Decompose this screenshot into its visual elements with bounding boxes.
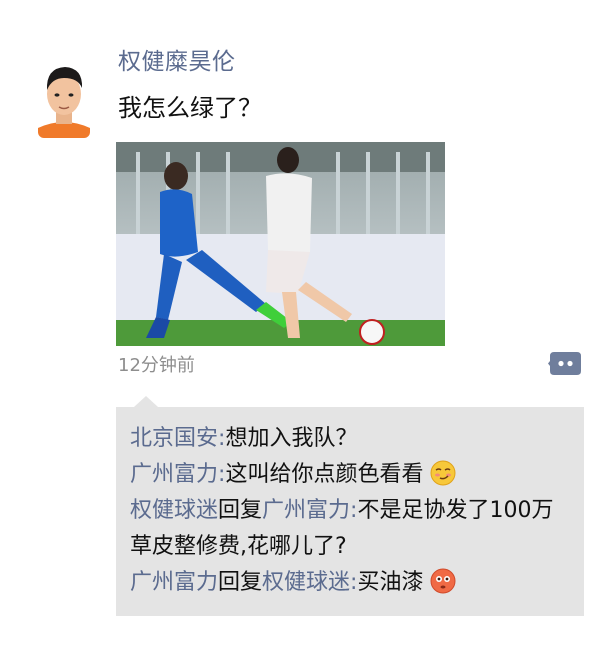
comment-item: 广州富力:这叫给你点颜色看看 [130, 457, 574, 493]
reply-word: 回复 [218, 498, 263, 523]
comment-item: 广州富力回复权健球迷:买油漆 [130, 565, 574, 601]
comments-panel: 北京国安:想加入我队？ 广州富力:这叫给你点颜色看看 权健球迷回复广州富力:不是… [116, 396, 584, 616]
comment-user[interactable]: 权健球迷 [130, 498, 218, 523]
smirk-face-emoji [430, 460, 456, 486]
reply-word: 回复 [218, 570, 263, 595]
comment-text: 想加入我队？ [225, 426, 358, 451]
comment-text: 这叫给你点颜色看看 [225, 462, 424, 487]
post-photo[interactable] [116, 142, 445, 346]
flushed-face-emoji [430, 568, 456, 594]
comment-user[interactable]: 广州富力 [130, 462, 218, 487]
comment-item: 北京国安:想加入我队？ [130, 421, 574, 457]
author-name[interactable]: 权健糜昊伦 [118, 42, 236, 76]
comment-item: 权健球迷回复广州富力:不是足协发了100万草皮整修费,花哪儿了? [130, 493, 574, 565]
author-avatar[interactable] [38, 58, 90, 138]
post-time: 12分钟前 [118, 355, 195, 376]
reply-target-user[interactable]: 权健球迷 [262, 570, 350, 595]
comment-user[interactable]: 广州富力 [130, 570, 218, 595]
comment-text: 买油漆 [357, 570, 424, 595]
comment-dots-icon[interactable] [548, 352, 581, 375]
post-text: 我怎么绿了？ [118, 94, 262, 122]
comment-user[interactable]: 北京国安 [130, 426, 218, 451]
reply-target-user[interactable]: 广州富力 [262, 498, 350, 523]
